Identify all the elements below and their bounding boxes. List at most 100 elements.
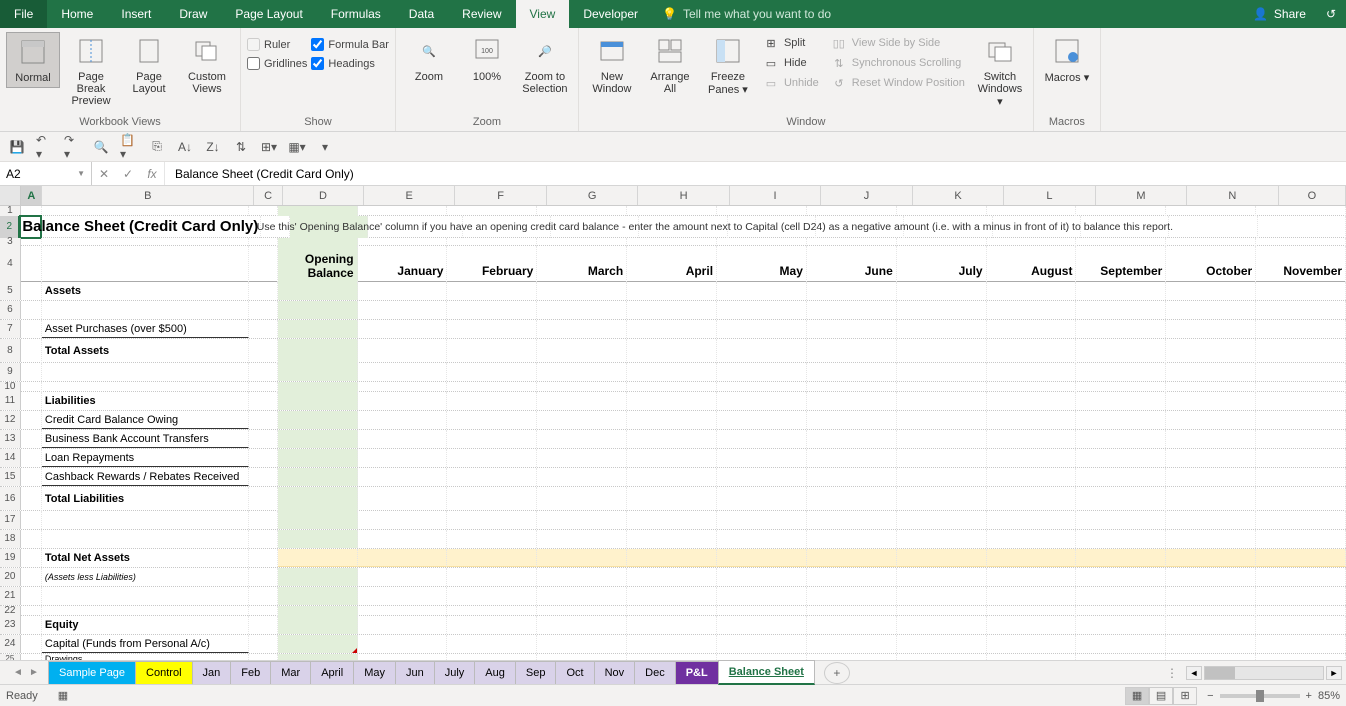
tab-formulas[interactable]: Formulas <box>317 0 395 28</box>
tab-insert[interactable]: Insert <box>107 0 165 28</box>
col-header-L[interactable]: L <box>1004 186 1095 205</box>
copy-button[interactable]: ⎘ <box>148 138 166 156</box>
cancel-formula-button[interactable]: ✕ <box>92 167 116 181</box>
sheet-tab-aug[interactable]: Aug <box>474 661 516 684</box>
sort-custom-button[interactable]: ⇅ <box>232 138 250 156</box>
sheet-tab-oct[interactable]: Oct <box>555 661 594 684</box>
paste-button[interactable]: 📋▾ <box>120 138 138 156</box>
tab-data[interactable]: Data <box>395 0 448 28</box>
zoom-out-button[interactable]: − <box>1207 690 1213 702</box>
zoom-level[interactable]: 85% <box>1318 690 1340 702</box>
split-button[interactable]: ⊞Split <box>759 34 823 52</box>
col-header-C[interactable]: C <box>254 186 283 205</box>
reset-position-button[interactable]: ↺Reset Window Position <box>827 74 969 92</box>
sheet-tab-sample[interactable]: Sample Page <box>48 661 136 684</box>
col-header-D[interactable]: D <box>283 186 364 205</box>
fx-button[interactable]: fx <box>140 167 164 181</box>
sheet-tab-jul[interactable]: July <box>434 661 476 684</box>
share-button[interactable]: 👤 Share <box>1243 0 1316 28</box>
enter-formula-button[interactable]: ✓ <box>116 167 140 181</box>
ruler-checkbox[interactable]: Ruler <box>247 38 307 51</box>
tab-draw[interactable]: Draw <box>165 0 221 28</box>
tab-home[interactable]: Home <box>47 0 107 28</box>
tab-page-layout[interactable]: Page Layout <box>221 0 316 28</box>
macro-record-icon[interactable]: ▦ <box>58 689 68 702</box>
undo-button[interactable]: ↶ ▾ <box>36 138 54 156</box>
page-layout-button[interactable]: Page Layout <box>122 32 176 98</box>
row-assets-less[interactable]: (Assets less Liabilities) <box>42 568 250 586</box>
sort-desc-button[interactable]: Z↓ <box>204 138 222 156</box>
row-asset-purchases[interactable]: Asset Purchases (over $500) <box>42 320 250 338</box>
tab-view[interactable]: View <box>516 0 570 28</box>
col-header-O[interactable]: O <box>1279 186 1346 205</box>
row-total-assets[interactable]: Total Assets <box>42 339 250 363</box>
redo-button[interactable]: ↷ ▾ <box>64 138 82 156</box>
col-header-J[interactable]: J <box>821 186 912 205</box>
sheet-tab-balance-sheet[interactable]: Balance Sheet <box>718 660 815 685</box>
row-capital[interactable]: Capital (Funds from Personal A/c) <box>42 635 250 653</box>
freeze-panes-button[interactable]: Freeze Panes ▾ <box>701 32 755 99</box>
sheet-tab-apr[interactable]: April <box>310 661 354 684</box>
sheet-tab-jun[interactable]: Jun <box>395 661 435 684</box>
col-header-A[interactable]: A <box>21 186 42 205</box>
tab-nav-last[interactable]: ► <box>26 667 42 678</box>
headings-checkbox[interactable]: Headings <box>311 57 389 70</box>
select-all-corner[interactable] <box>0 186 21 205</box>
row-total-liab[interactable]: Total Liabilities <box>42 487 250 511</box>
sheet-tab-dec[interactable]: Dec <box>634 661 676 684</box>
sheet-tab-may[interactable]: May <box>353 661 396 684</box>
borders-button[interactable]: ▦▾ <box>288 138 306 156</box>
col-header-B[interactable]: B <box>42 186 254 205</box>
custom-views-button[interactable]: Custom Views <box>180 32 234 98</box>
normal-view-button[interactable]: Normal <box>6 32 60 88</box>
arrange-all-button[interactable]: Arrange All <box>643 32 697 98</box>
chevron-down-icon[interactable]: ▼ <box>77 169 85 178</box>
side-by-side-button[interactable]: ▯▯View Side by Side <box>827 34 969 52</box>
new-sheet-button[interactable]: + <box>824 662 850 684</box>
scroll-thumb[interactable] <box>1205 667 1235 679</box>
scroll-left-button[interactable]: ◄ <box>1186 666 1202 680</box>
row-liabilities[interactable]: Liabilities <box>42 392 250 410</box>
scroll-right-button[interactable]: ► <box>1326 666 1342 680</box>
qat-more-button[interactable]: ▾ <box>316 138 334 156</box>
tell-me-search[interactable]: 💡 Tell me what you want to do <box>662 0 831 28</box>
save-button[interactable]: 💾 <box>8 138 26 156</box>
zoom-in-button[interactable]: + <box>1306 690 1312 702</box>
zoom-button[interactable]: 🔍Zoom <box>402 32 456 86</box>
switch-windows-button[interactable]: Switch Windows ▾ <box>973 32 1027 111</box>
sheet-tab-feb[interactable]: Feb <box>230 661 271 684</box>
unhide-button[interactable]: ▭Unhide <box>759 74 823 92</box>
row-drawings[interactable]: Drawings <box>42 654 250 660</box>
row-loan-repay[interactable]: Loan Repayments <box>42 449 250 467</box>
tab-file[interactable]: File <box>0 0 47 28</box>
history-button[interactable]: ↺ <box>1316 0 1346 28</box>
col-header-M[interactable]: M <box>1096 186 1187 205</box>
horizontal-scrollbar[interactable]: ⋮ ◄ ► <box>1166 666 1342 680</box>
sheet-tab-jan[interactable]: Jan <box>192 661 232 684</box>
zoom-100-button[interactable]: 100100% <box>460 32 514 86</box>
col-header-H[interactable]: H <box>638 186 729 205</box>
zoom-selection-button[interactable]: 🔎Zoom to Selection <box>518 32 572 98</box>
formula-input[interactable]: Balance Sheet (Credit Card Only) <box>165 162 1346 185</box>
col-header-F[interactable]: F <box>455 186 546 205</box>
sheet-tab-pl[interactable]: P&L <box>675 661 719 684</box>
name-box[interactable]: A2 ▼ <box>0 162 92 185</box>
print-preview-button[interactable]: 🔍 <box>92 138 110 156</box>
col-header-E[interactable]: E <box>364 186 455 205</box>
col-header-I[interactable]: I <box>730 186 821 205</box>
row-equity[interactable]: Equity <box>42 616 250 634</box>
formula-bar-checkbox[interactable]: Formula Bar <box>311 38 389 51</box>
row-assets[interactable]: Assets <box>42 282 250 300</box>
tab-review[interactable]: Review <box>448 0 515 28</box>
sort-asc-button[interactable]: A↓ <box>176 138 194 156</box>
col-header-K[interactable]: K <box>913 186 1004 205</box>
new-window-button[interactable]: New Window <box>585 32 639 98</box>
worksheet-grid[interactable]: 1 2 Balance Sheet (Credit Card Only) Use… <box>0 206 1346 660</box>
page-break-button[interactable]: Page Break Preview <box>64 32 118 110</box>
macros-button[interactable]: Macros ▾ <box>1040 32 1094 87</box>
col-header-N[interactable]: N <box>1187 186 1278 205</box>
sheet-tab-mar[interactable]: Mar <box>270 661 311 684</box>
merge-button[interactable]: ⊞▾ <box>260 138 278 156</box>
comment-indicator-icon[interactable] <box>352 648 357 653</box>
row-cc-owing[interactable]: Credit Card Balance Owing <box>42 411 250 429</box>
